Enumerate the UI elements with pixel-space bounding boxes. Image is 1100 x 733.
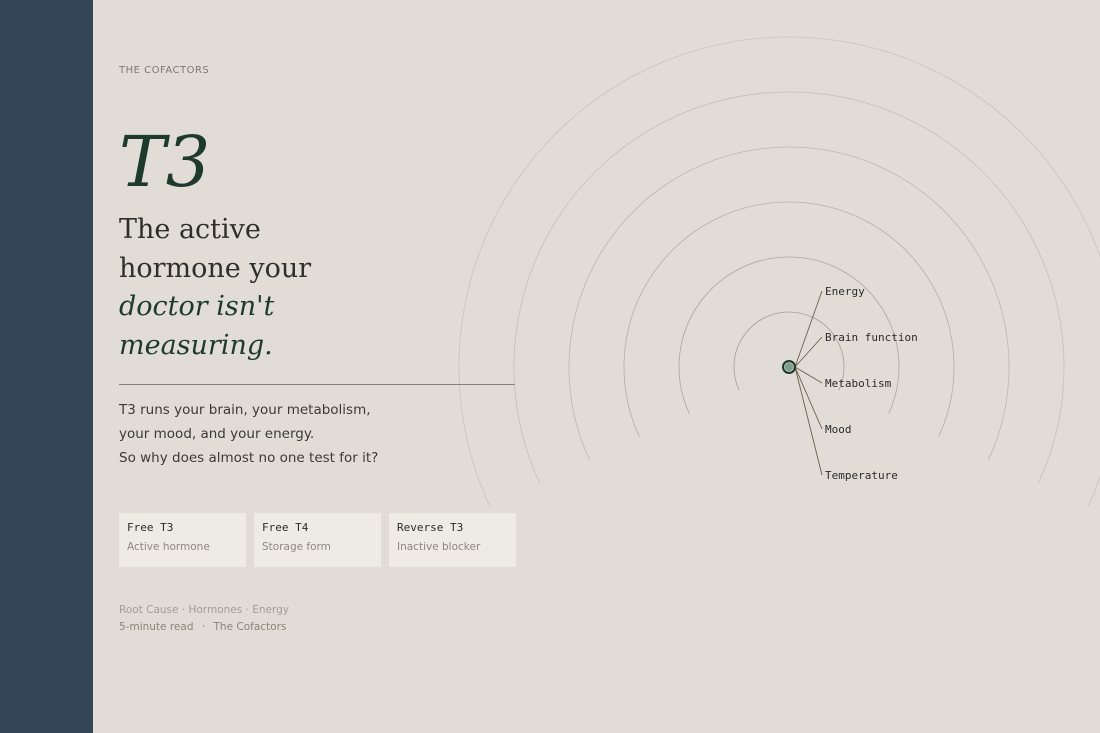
- center-node-core: [784, 362, 794, 372]
- card-name: Reverse T3: [397, 521, 464, 534]
- card-name: Free T4: [262, 521, 309, 534]
- headline: The active hormone your doctor isn't mea…: [119, 211, 419, 365]
- card-free-t4: Free T4 Storage form: [254, 513, 381, 567]
- ring-arc: [623, 201, 955, 437]
- lede-line-1: T3 runs your brain, your metabolism,: [119, 402, 371, 418]
- ring-arc: [513, 91, 1065, 484]
- diagram-label: Energy: [825, 285, 865, 298]
- card-desc: Active hormone: [127, 541, 210, 553]
- page-title: T3: [119, 121, 211, 203]
- page: Energy Brain function Metabolism Mood Temper…: [0, 0, 1100, 733]
- lede: T3 runs your brain, your metabolism, you…: [119, 398, 439, 470]
- publisher-link[interactable]: The Cofactors: [214, 621, 287, 633]
- diagram-label: Mood: [825, 423, 852, 436]
- lede-line-2: your mood, and your energy.: [119, 426, 315, 442]
- headline-line-2: hormone your: [119, 252, 312, 284]
- card-desc: Inactive blocker: [397, 541, 481, 553]
- headline-line-4: measuring.: [119, 329, 273, 361]
- tag-list: Root Cause · Hormones · Energy: [119, 604, 289, 616]
- divider: [119, 384, 515, 385]
- ring-arc: [568, 146, 1010, 461]
- hormone-cards: Free T3 Active hormone Free T4 Storage f…: [119, 513, 516, 567]
- headline-line-1: The active: [119, 214, 261, 245]
- spoke-line: [794, 290, 823, 368]
- eyebrow: THE COFACTORS: [119, 65, 210, 76]
- card-desc: Storage form: [262, 541, 331, 553]
- card-name: Free T3: [127, 521, 174, 534]
- spoke-line: [794, 336, 823, 368]
- lede-line-3: So why does almost no one test for it?: [119, 450, 379, 466]
- spoke-line: [794, 366, 823, 476]
- meta-separator: ·: [201, 621, 206, 633]
- diagram-label: Metabolism: [825, 377, 892, 390]
- ring-arc: [458, 36, 1100, 507]
- article-meta: 5-minute read · The Cofactors: [119, 621, 286, 633]
- card-reverse-t3: Reverse T3 Inactive blocker: [389, 513, 516, 567]
- read-time: 5-minute read: [119, 621, 194, 633]
- spoke-line: [794, 366, 823, 384]
- headline-line-3: doctor isn't: [119, 291, 275, 322]
- diagram-label: Brain function: [825, 331, 918, 344]
- diagram-label: Temperature: [825, 469, 898, 482]
- card-free-t3: Free T3 Active hormone: [119, 513, 246, 567]
